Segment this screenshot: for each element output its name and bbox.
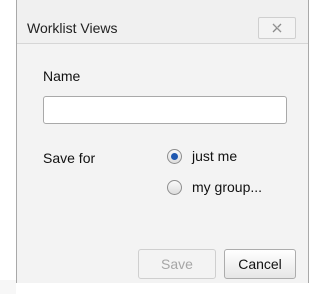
radio-option-my-group[interactable]: my group... [167,179,262,195]
save-for-label: Save for [43,150,96,166]
cancel-button[interactable]: Cancel [224,249,296,279]
radio-button-selected[interactable] [167,148,182,164]
worklist-views-dialog: Worklist Views Name Save for just me my … [16,0,309,283]
close-x-glyph [272,23,282,33]
radio-option-just-me[interactable]: just me [167,148,237,164]
radio-label-just-me: just me [192,148,238,164]
name-label: Name [43,68,81,84]
radio-button-unselected[interactable] [167,179,182,195]
background-strip [0,280,16,294]
close-icon[interactable] [258,17,296,39]
radio-label-my-group: my group... [192,179,263,195]
dialog-titlebar: Worklist Views [17,0,308,44]
name-input[interactable] [43,96,287,124]
dialog-title: Worklist Views [27,20,118,36]
dialog-body: Name Save for just me my group... Save C… [17,44,308,283]
save-button[interactable]: Save [138,249,216,279]
